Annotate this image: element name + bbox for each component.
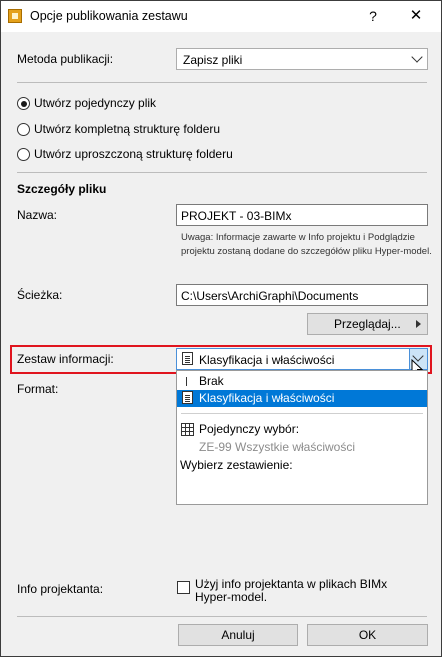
app-icon bbox=[8, 9, 22, 23]
info-set-value: Klasyfikacja i właściwości bbox=[199, 353, 335, 367]
list-item-label: ZE-99 Wszystkie właściwości bbox=[199, 440, 356, 454]
divider bbox=[17, 82, 427, 83]
document-icon bbox=[182, 391, 193, 404]
list-item-none[interactable]: Brak bbox=[177, 373, 427, 390]
chevron-down-icon bbox=[411, 51, 423, 63]
ok-button[interactable]: OK bbox=[307, 624, 428, 646]
designer-checkbox-line-1: Użyj info projektanta w plikach BIMx bbox=[195, 577, 388, 591]
method-value: Zapisz pliki bbox=[183, 53, 243, 67]
radio-button[interactable] bbox=[17, 123, 30, 136]
list-item-all-properties[interactable]: ZE-99 Wszystkie właściwości bbox=[177, 439, 427, 456]
list-item-choose-set: Wybierz zestawienie: bbox=[177, 457, 427, 474]
list-item-label: Klasyfikacja i właściwości bbox=[199, 391, 335, 405]
name-input[interactable]: PROJEKT - 03-BIMx bbox=[176, 204, 428, 226]
radio-single-file[interactable]: Utwórz pojedynczy plik bbox=[17, 96, 217, 112]
divider bbox=[17, 172, 427, 173]
list-item-label: Brak bbox=[199, 374, 224, 388]
browse-button[interactable]: Przeglądaj... bbox=[307, 313, 428, 335]
close-icon[interactable]: ✕ bbox=[406, 6, 426, 26]
radio-label: Utwórz uproszczoną strukturę folderu bbox=[34, 147, 233, 161]
none-icon bbox=[186, 377, 187, 386]
info-set-list[interactable]: Brak Klasyfikacja i właściwości Pojedync… bbox=[176, 370, 428, 505]
method-dropdown[interactable]: Zapisz pliki bbox=[176, 48, 428, 70]
dialog-body: Metoda publikacji: Zapisz pliki Utwórz p… bbox=[1, 32, 441, 656]
path-input[interactable]: C:\Users\ArchiGraphi\Documents bbox=[176, 284, 428, 306]
designer-checkbox-line-2: Hyper-model. bbox=[195, 590, 268, 604]
list-item-label: Wybierz zestawienie: bbox=[180, 458, 293, 472]
chevron-right-icon bbox=[416, 320, 421, 328]
note-line-1: Uwaga: Informacje zawarte w Info projekt… bbox=[181, 232, 415, 243]
list-item-single-choice: Pojedynczy wybór: bbox=[177, 421, 427, 438]
info-set-dropdown[interactable]: Klasyfikacja i właściwości bbox=[176, 348, 428, 370]
list-item-classification[interactable]: Klasyfikacja i właściwości bbox=[177, 390, 427, 407]
note-line-2: projektu zostaną dodane do szczegółów pl… bbox=[181, 246, 432, 257]
document-icon bbox=[182, 352, 193, 365]
window-title: Opcje publikowania zestawu bbox=[30, 9, 188, 23]
radio-label: Utwórz pojedynczy plik bbox=[34, 96, 157, 110]
cancel-button[interactable]: Anuluj bbox=[178, 624, 298, 646]
radio-label: Utwórz kompletną strukturę folderu bbox=[34, 122, 221, 136]
name-value: PROJEKT - 03-BIMx bbox=[181, 209, 292, 223]
list-separator bbox=[181, 413, 423, 414]
list-item-label: Pojedynczy wybór: bbox=[199, 422, 300, 436]
dialog-window: Opcje publikowania zestawu ? ✕ Metoda pu… bbox=[0, 0, 442, 657]
radio-button[interactable] bbox=[17, 148, 30, 161]
radio-full-structure[interactable]: Utwórz kompletną strukturę folderu bbox=[17, 122, 257, 138]
designer-info-checkbox[interactable] bbox=[177, 581, 190, 594]
info-set-label: Zestaw informacji: bbox=[17, 352, 114, 366]
radio-simplified-structure[interactable]: Utwórz uproszczoną strukturę folderu bbox=[17, 147, 257, 163]
table-icon bbox=[181, 423, 194, 436]
designer-info-label: Info projektanta: bbox=[17, 582, 104, 596]
path-label: Ścieżka: bbox=[17, 288, 63, 302]
title-bar: Opcje publikowania zestawu ? ✕ bbox=[1, 1, 441, 32]
help-button[interactable]: ? bbox=[363, 6, 383, 26]
divider bbox=[17, 616, 427, 617]
radio-button-checked[interactable] bbox=[17, 97, 30, 110]
browse-label: Przeglądaj... bbox=[334, 317, 401, 331]
name-label: Nazwa: bbox=[17, 208, 58, 222]
file-details-heading: Szczegóły pliku bbox=[17, 182, 107, 196]
path-value: C:\Users\ArchiGraphi\Documents bbox=[181, 289, 359, 303]
format-label: Format: bbox=[17, 382, 59, 396]
method-label: Metoda publikacji: bbox=[17, 52, 114, 66]
